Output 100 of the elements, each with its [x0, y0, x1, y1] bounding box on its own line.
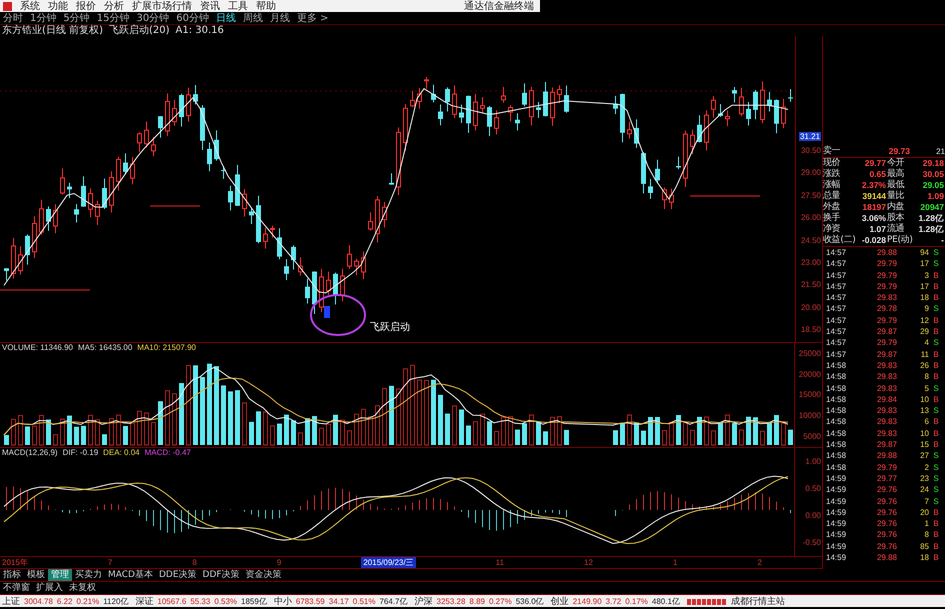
tick-price: 29.79 — [876, 258, 897, 270]
quote-label: 涨跌 — [823, 169, 842, 180]
menu-item[interactable]: 功能 — [45, 0, 71, 12]
quote-label: 内盘 — [887, 202, 906, 212]
period-tab[interactable]: 15分钟 — [94, 12, 132, 24]
tick-price: 29.79 — [876, 314, 897, 326]
tick-price: 29.88 — [876, 552, 897, 564]
menu-item[interactable]: 工具 — [225, 0, 251, 12]
tick-side: B — [932, 371, 940, 383]
tick-side: B — [932, 348, 940, 360]
market-name: 上证 — [2, 596, 20, 608]
market-percent: 0.27% — [489, 596, 512, 606]
axis-label: 20.00 — [800, 302, 822, 312]
period-tab[interactable]: 30分钟 — [133, 12, 172, 24]
tick-volume: 2 — [924, 462, 929, 473]
tick-time: 14:59 — [825, 484, 848, 496]
tick-time: 14:57 — [825, 337, 848, 349]
tick-price: 29.83 — [876, 428, 897, 440]
market-amount: 480.1亿 — [652, 596, 680, 606]
tick-price: 29.83 — [876, 360, 897, 372]
market-percent: 0.51% — [352, 596, 376, 606]
market-name: 深证 — [135, 596, 154, 608]
tick-side: B — [932, 428, 940, 440]
period-tab[interactable]: 更多 > — [294, 12, 332, 24]
macd-readout: MACD: -0.47 — [144, 448, 191, 457]
tick-volume: 4 — [924, 337, 929, 349]
period-tab[interactable]: 5分钟 — [60, 12, 93, 24]
menu-item[interactable]: 系统 — [17, 0, 43, 12]
tick-price: 29.87 — [876, 326, 897, 338]
tick-time: 14:58 — [825, 450, 848, 462]
volume-readout: VOLUME: 11346.90 — [2, 343, 74, 352]
tick-side: B — [932, 360, 940, 372]
quote-value: 1.28亿 — [917, 213, 945, 224]
tick-volume: 10 — [919, 428, 929, 440]
tick-volume: 17 — [919, 280, 929, 292]
indicator-tab[interactable]: MACD基本 — [105, 569, 156, 581]
menu-item[interactable]: 报价 — [73, 0, 99, 12]
period-tab[interactable]: 周线 — [240, 12, 266, 24]
toolbar-button[interactable]: 不弹窗 — [0, 582, 33, 594]
toolbar-button[interactable]: 扩展入 — [33, 582, 66, 594]
quote-label: 涨幅 — [823, 180, 842, 190]
tick-side: B — [932, 416, 940, 428]
tick-time: 14:58 — [825, 428, 848, 440]
toolbar-button[interactable]: 未复权 — [66, 582, 99, 594]
quote-label: 今开 — [887, 158, 906, 168]
period-tab[interactable]: 分时 — [0, 12, 26, 24]
indicator-tab[interactable]: 模板 — [24, 569, 48, 581]
menu-item[interactable]: 扩展市场行情 — [129, 0, 195, 12]
indicator-tab[interactable]: 买卖力 — [72, 569, 105, 581]
period-tab[interactable]: 1分钟 — [27, 12, 60, 24]
tick-volume: 18 — [919, 292, 929, 304]
market-change: 6.22 — [56, 596, 72, 606]
date-label: 11 — [496, 557, 504, 568]
axis-label: 21.50 — [800, 280, 822, 290]
axis-label: 10000 — [798, 411, 822, 420]
tick-time: 14:57 — [825, 270, 848, 281]
menu-item[interactable]: 资讯 — [197, 0, 223, 12]
tick-price: 29.84 — [876, 394, 897, 406]
indicator-tab[interactable]: 管理 — [48, 569, 72, 581]
macd-readout: MACD(12,26,9) — [2, 448, 58, 457]
market-name: 中小 — [274, 596, 292, 608]
indicator-tab[interactable]: 资金决策 — [242, 569, 285, 581]
period-tab[interactable]: 月线 — [266, 12, 293, 24]
tick-side: S — [932, 258, 940, 270]
quote-value: 1.28亿 — [917, 224, 945, 235]
quote-value: 29.05 — [922, 180, 945, 191]
tick-volume: 1 — [924, 518, 929, 530]
axis-label: 20000 — [798, 370, 822, 379]
indicator-tab[interactable]: 指标 — [0, 569, 24, 581]
date-label: 2015年 — [2, 557, 28, 568]
tick-price: 29.76 — [876, 506, 897, 518]
tick-price: 29.88 — [876, 247, 897, 258]
indicator-tab[interactable]: DDF决策 — [200, 569, 243, 581]
signal-meter-icon — [686, 596, 727, 606]
axis-label: 27.50 — [800, 190, 822, 200]
tick-side: B — [932, 270, 940, 281]
period-tab[interactable]: 日线 — [212, 12, 239, 24]
date-label: 1 — [672, 557, 678, 568]
tick-volume: 12 — [919, 314, 929, 326]
tick-volume: 8 — [924, 371, 929, 383]
tick-time: 14:58 — [825, 405, 848, 416]
tick-time: 14:58 — [825, 371, 848, 383]
tick-price: 29.79 — [876, 462, 897, 473]
quote-label: 净资 — [823, 224, 842, 234]
market-amount: 764.7亿 — [379, 596, 408, 606]
menu-item[interactable]: 帮助 — [253, 0, 279, 12]
quote-value: 2.37% — [860, 180, 887, 191]
tick-volume: 18 — [919, 552, 929, 564]
menu-item[interactable]: 分析 — [101, 0, 127, 12]
cursor-price: 31.21 — [798, 132, 821, 141]
market-change: 8.89 — [469, 596, 485, 606]
indicator-name: 飞跃启动(20) — [108, 25, 170, 36]
indicator-tab[interactable]: DDE决策 — [156, 569, 200, 581]
period-tab[interactable]: 60分钟 — [173, 12, 212, 24]
tick-time: 14:57 — [825, 326, 848, 338]
quote-value: 20947 — [919, 202, 945, 213]
axis-label: -0.50 — [802, 538, 822, 547]
tick-volume: 85 — [919, 540, 929, 552]
tick-time: 14:59 — [825, 472, 848, 484]
tick-side: B — [932, 529, 940, 541]
